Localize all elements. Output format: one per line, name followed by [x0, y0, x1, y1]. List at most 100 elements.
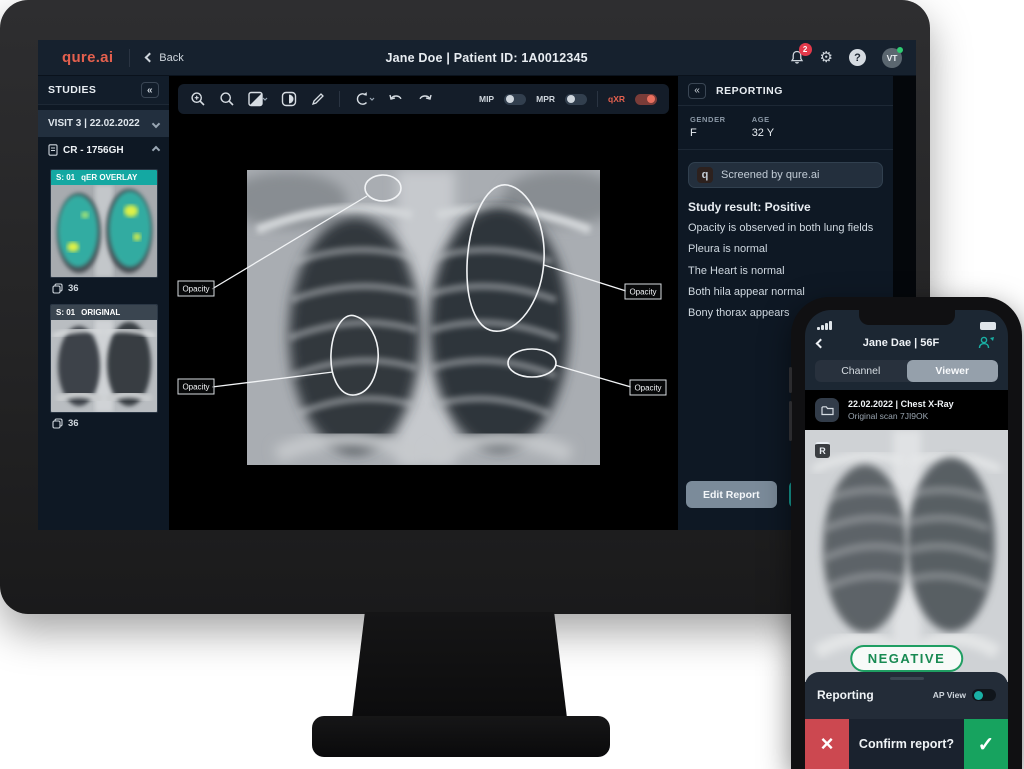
image-viewer: MIP MPR qXR [170, 76, 677, 530]
gender-value: F [690, 127, 726, 139]
gender-label: GENDER [690, 115, 726, 124]
qxr-label: qXR [608, 94, 625, 104]
chevron-up-icon [152, 146, 160, 154]
annotation-label[interactable]: Opacity [634, 384, 661, 393]
confirm-report-question: Confirm report? [849, 719, 964, 769]
annotate-pencil-button[interactable] [310, 91, 326, 107]
undo-button[interactable] [388, 92, 404, 106]
thumbnail-original[interactable]: S: 01 ORIGINAL [50, 304, 158, 413]
age-value: 32 Y [752, 127, 774, 139]
back-button[interactable]: Back [146, 52, 183, 64]
thumb1-image [51, 185, 157, 277]
qxr-toggle[interactable] [635, 94, 657, 105]
phone-header: Jane Dae | 56F [805, 330, 1008, 356]
avatar-initials: VT [887, 53, 898, 63]
phone-screen: Jane Dae | 56F Channel Viewer 22. [805, 310, 1008, 769]
user-avatar[interactable]: VT [882, 48, 902, 68]
visit-label: VISIT 3 | 22.02.2022 [48, 118, 140, 129]
thumb2-image [51, 320, 157, 412]
folder-icon [821, 405, 834, 416]
accept-report-button[interactable]: ✓ [964, 719, 1008, 769]
tab-channel[interactable]: Channel [815, 360, 907, 382]
confirm-bar: × Confirm report? ✓ [805, 719, 1008, 769]
mip-toggle[interactable] [504, 94, 526, 105]
phone-reporting-title: Reporting [817, 688, 874, 702]
report-collapse-button[interactable]: « [688, 83, 706, 99]
settings-button[interactable]: ⚙ [820, 50, 833, 65]
reporting-bottom-sheet: Reporting AP View × Confirm report? ✓ [805, 672, 1008, 769]
ap-view-toggle[interactable] [972, 689, 996, 701]
help-button[interactable]: ? [849, 49, 866, 66]
screened-by-text: Screened by qure.ai [721, 169, 819, 181]
patient-demographics: GENDER F AGE 32 Y [678, 106, 893, 150]
thumb2-tag: S: 01 [56, 308, 75, 317]
right-marker: R [815, 442, 830, 458]
sidebar-collapse-button[interactable]: « [141, 82, 159, 98]
visit-selector[interactable]: VISIT 3 | 22.02.2022 [38, 110, 169, 137]
edit-report-button[interactable]: Edit Report [686, 481, 777, 508]
thumb2-count-row: 36 [52, 418, 169, 429]
age-label: AGE [752, 115, 774, 124]
mpr-label: MPR [536, 94, 555, 104]
reject-report-button[interactable]: × [805, 719, 849, 769]
studies-header: STUDIES « [38, 76, 169, 105]
thumb1-label: qER OVERLAY [81, 173, 137, 182]
series-label: CR - 1756GH [63, 145, 124, 156]
monitor-stand-neck [352, 612, 567, 718]
finding-outline-1 [365, 175, 401, 201]
search-button[interactable] [219, 91, 235, 107]
annotation-label[interactable]: Opacity [629, 288, 656, 297]
phone-tabs: Channel Viewer [815, 360, 998, 382]
share-contacts-icon[interactable] [978, 336, 996, 350]
thumb1-tag: S: 01 [56, 173, 75, 182]
mpr-toggle[interactable] [565, 94, 587, 105]
notification-badge: 2 [799, 43, 812, 56]
qureai-logo: qure.ai [62, 49, 113, 66]
scan-subtitle: Original scan 7JI9OK [848, 411, 954, 421]
notifications-button[interactable]: 2 [790, 50, 804, 65]
stack-icon [52, 418, 63, 429]
finding-outline-2 [467, 185, 544, 331]
screened-by-pill: q Screened by qure.ai [688, 162, 883, 188]
thumbnail-qer-overlay[interactable]: S: 01 qER OVERLAY [50, 169, 158, 278]
scan-info-row[interactable]: 22.02.2022 | Chest X-Ray Original scan 7… [805, 390, 1008, 430]
thumb1-count-row: 36 [52, 283, 169, 294]
study-result: Study result: Positive [688, 200, 883, 214]
zoom-in-button[interactable] [190, 91, 206, 107]
thumb1-count: 36 [68, 283, 79, 294]
phone-xray-area: R NEGATIVE [805, 430, 1008, 682]
thumb2-label: ORIGINAL [81, 308, 120, 317]
mip-label: MIP [479, 94, 494, 104]
finding-item: Opacity is observed in both lung fields [688, 221, 883, 235]
annotation-label[interactable]: Opacity [182, 383, 209, 392]
back-chevron-icon [145, 53, 155, 63]
finding-item: Pleura is normal [688, 242, 883, 256]
qureai-q-icon: q [697, 167, 713, 183]
online-status-dot [897, 47, 903, 53]
windowing-button[interactable] [248, 91, 268, 107]
phone-patient-title: Jane Dae | 56F [824, 337, 978, 349]
divider [129, 49, 130, 67]
chevron-down-icon [152, 119, 160, 127]
redo-button[interactable] [417, 92, 433, 106]
battery-icon [980, 322, 996, 330]
studies-sidebar: STUDIES « VISIT 3 | 22.02.2022 [38, 76, 170, 530]
finding-outline-4 [508, 349, 556, 377]
monitor-stand-base [312, 716, 610, 757]
thumb2-count: 36 [68, 418, 79, 429]
document-icon [48, 144, 58, 156]
scan-title: 22.02.2022 | Chest X-Ray [848, 399, 954, 409]
phone-notch [859, 310, 955, 325]
annotation-label[interactable]: Opacity [182, 285, 209, 294]
finding-outline-3 [331, 315, 378, 395]
back-label: Back [159, 52, 183, 64]
annotation-overlay: Opacity Opacity Opacity Opacity [170, 76, 677, 530]
monitor-screen: qure.ai Back Jane Doe | Patient ID: 1A00… [38, 40, 916, 530]
invert-button[interactable] [281, 91, 297, 107]
rotate-button[interactable] [353, 91, 375, 107]
series-row[interactable]: CR - 1756GH [38, 137, 169, 163]
tab-viewer[interactable]: Viewer [907, 360, 999, 382]
result-badge-negative: NEGATIVE [850, 645, 964, 672]
top-bar: qure.ai Back Jane Doe | Patient ID: 1A00… [38, 40, 916, 76]
signal-icon [817, 321, 832, 330]
